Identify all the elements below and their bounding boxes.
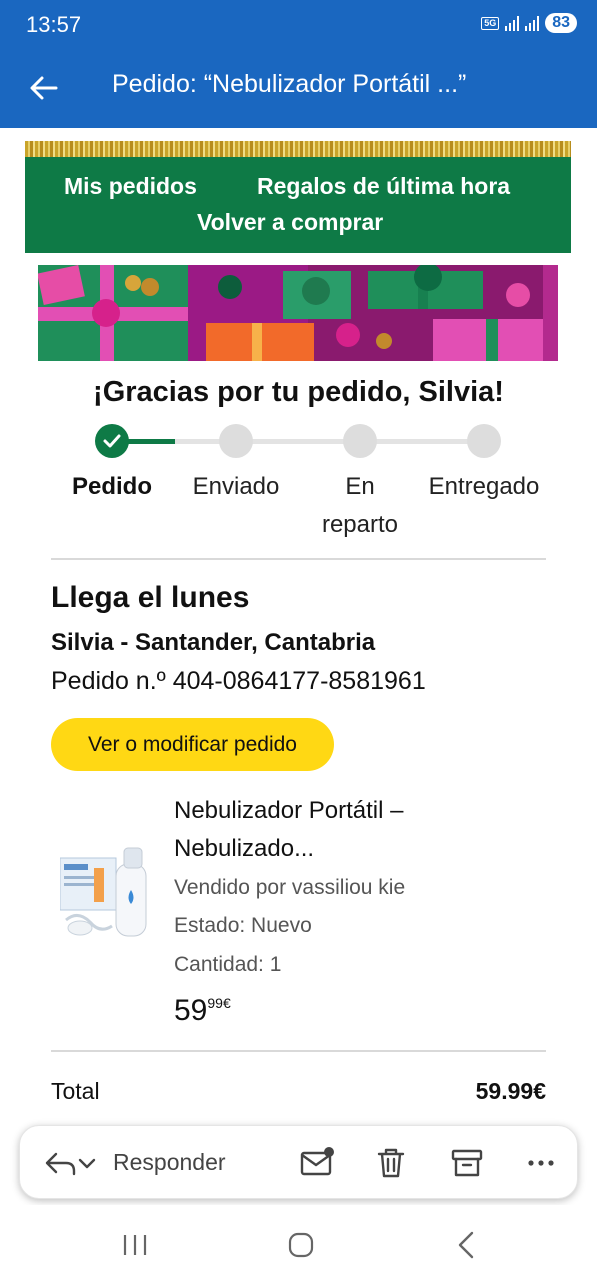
step-label-enviado: Enviado [192, 473, 280, 500]
gifts-banner-image[interactable] [38, 265, 558, 361]
product-title-line1: Nebulizador Portátil – [174, 797, 404, 824]
product-image[interactable] [60, 846, 152, 946]
email-body[interactable]: Mis pedidos Regalos de última hora Volve… [0, 128, 597, 1128]
page-title: Pedido: “Nebulizador Portátil ...” [112, 70, 467, 98]
email-nav-bar: Mis pedidos Regalos de última hora Volve… [25, 157, 571, 253]
glitter-strip [25, 141, 571, 157]
step-dot-entregado [467, 424, 501, 458]
recipient-address: Silvia - Santander, Cantabria [51, 629, 376, 656]
status-time: 13:57 [26, 12, 82, 37]
nav-link-regalos[interactable]: Regalos de última hora [257, 173, 510, 200]
status-indicators: 5G 83 [481, 13, 577, 33]
step-label-pedido: Pedido [71, 473, 152, 500]
nav-link-volver-a-comprar[interactable]: Volver a comprar [197, 209, 383, 236]
recents-icon[interactable] [117, 1227, 153, 1263]
network-type-badge: 5G [481, 16, 500, 30]
view-modify-order-button[interactable]: Ver o modificar pedido [51, 718, 334, 771]
progress-line-done [128, 439, 175, 444]
divider [51, 558, 546, 560]
email-action-bar: Responder [19, 1125, 578, 1199]
step-dot-pedido [95, 424, 129, 458]
back-icon[interactable] [450, 1227, 486, 1263]
arrival-heading: Llega el lunes [51, 581, 250, 614]
trash-icon[interactable] [372, 1144, 410, 1182]
total-label: Total [51, 1078, 100, 1104]
reply-icon[interactable] [42, 1144, 80, 1182]
product-price: 5999€ [174, 994, 231, 1028]
reply-label[interactable]: Responder [113, 1149, 226, 1176]
battery-indicator: 83 [545, 13, 577, 33]
arrow-left-icon[interactable] [26, 70, 62, 106]
divider [51, 1050, 546, 1052]
signal-icon-2 [525, 15, 540, 31]
chevron-down-icon[interactable] [76, 1144, 98, 1182]
app-bar: Pedido: “Nebulizador Portátil ...” [0, 50, 597, 128]
system-navigation-bar [0, 1205, 597, 1280]
product-seller: Vendido por vassiliou kie [174, 876, 406, 899]
price-fraction: 99€ [207, 995, 231, 1011]
product-condition: Estado: Nuevo [174, 914, 312, 937]
product-title-line2: Nebulizado... [174, 835, 315, 862]
total-value: 59.99€ [475, 1078, 546, 1104]
step-dot-en-reparto [343, 424, 377, 458]
order-progress-tracker: Pedido Enviado En reparto Entregado [0, 424, 597, 544]
signal-icon [505, 15, 520, 31]
status-bar: 13:57 5G 83 [0, 0, 597, 50]
nav-link-mis-pedidos[interactable]: Mis pedidos [64, 173, 197, 200]
step-label-en-reparto: En reparto [321, 473, 399, 538]
order-number: Pedido n.º 404-0864177-8581961 [51, 667, 426, 695]
step-dot-enviado [219, 424, 253, 458]
step-label-entregado: Entregado [428, 473, 540, 500]
more-icon[interactable] [522, 1144, 560, 1182]
product-quantity: Cantidad: 1 [174, 953, 282, 976]
price-whole: 59 [174, 994, 208, 1027]
home-icon[interactable] [283, 1227, 319, 1263]
product-title[interactable]: Nebulizador Portátil – Nebulizado... [174, 792, 474, 868]
mark-unread-icon[interactable] [298, 1144, 336, 1182]
checkmark-icon [103, 434, 121, 448]
thank-you-heading: ¡Gracias por tu pedido, Silvia! [93, 376, 504, 408]
archive-icon[interactable] [448, 1144, 486, 1182]
